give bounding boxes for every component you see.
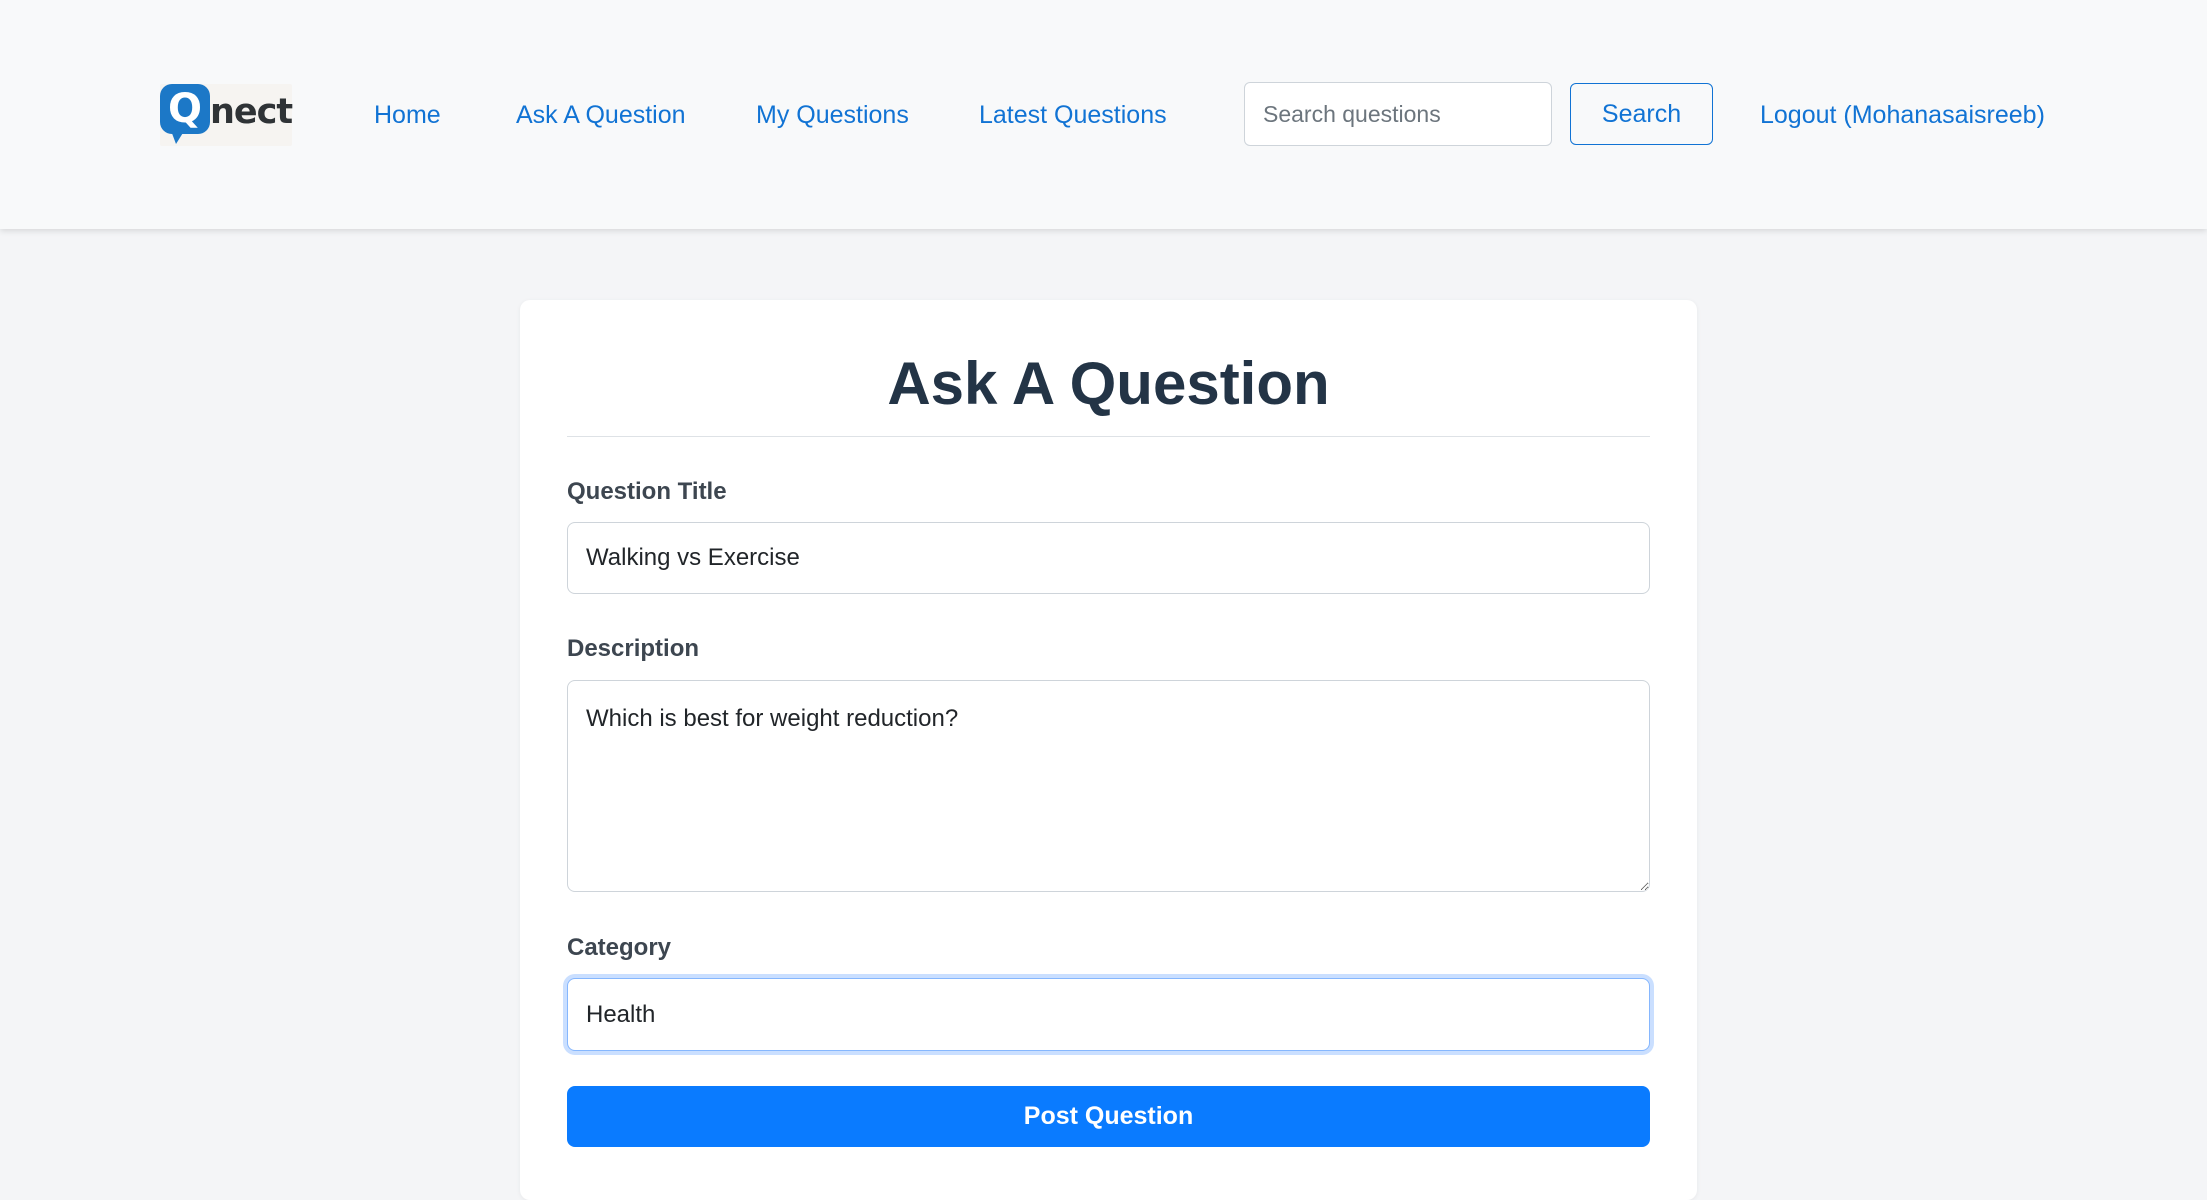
logo-wordmark: nect (210, 92, 293, 132)
category-input[interactable] (567, 978, 1650, 1051)
chat-bubble-icon: Q (160, 84, 210, 134)
chat-bubble-tail-icon (170, 128, 186, 144)
title-divider (567, 436, 1650, 437)
logout-link[interactable]: Logout (Mohanasaisreeb) (1760, 95, 2045, 135)
ask-question-card: Ask A Question Question Title Descriptio… (520, 300, 1697, 1200)
nav-ask-question[interactable]: Ask A Question (516, 95, 686, 135)
post-question-button[interactable]: Post Question (567, 1086, 1650, 1147)
nav-latest-questions[interactable]: Latest Questions (979, 95, 1167, 135)
navbar: Q nect Home Ask A Question My Questions … (0, 0, 2207, 229)
nav-my-questions[interactable]: My Questions (756, 95, 909, 135)
description-textarea[interactable]: Which is best for weight reduction? (567, 680, 1650, 892)
category-label: Category (567, 934, 672, 961)
nav-home[interactable]: Home (374, 95, 441, 135)
qnect-logo[interactable]: Q nect (160, 84, 293, 146)
search-input[interactable] (1244, 82, 1552, 146)
logo-letter: Q (167, 86, 202, 132)
search-button[interactable]: Search (1570, 83, 1713, 145)
question-title-label: Question Title (567, 478, 727, 505)
description-label: Description (567, 635, 700, 662)
question-title-input[interactable] (567, 522, 1650, 594)
page-title: Ask A Question (887, 350, 1330, 417)
